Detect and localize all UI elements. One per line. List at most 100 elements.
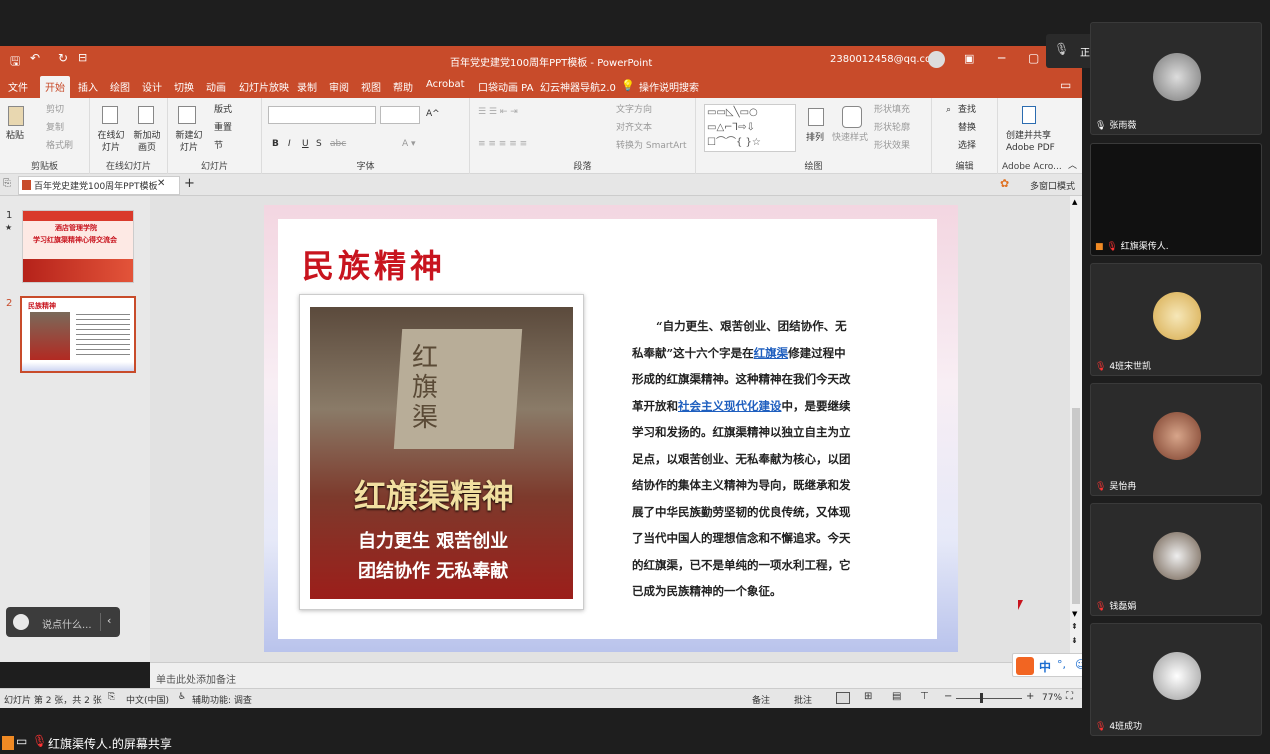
notes-toggle-button[interactable]: 备注 (752, 693, 770, 706)
reading-view-icon[interactable]: ▤ (892, 691, 901, 702)
ribbon-display-icon[interactable]: ▣ (964, 52, 974, 65)
language-status[interactable]: 中文(中国) (126, 693, 169, 706)
shadow-button[interactable]: S (316, 138, 322, 150)
zoom-in-icon[interactable]: + (1026, 691, 1034, 702)
scroll-thumb[interactable] (1072, 408, 1080, 604)
zoom-level[interactable]: 77% (1042, 693, 1062, 703)
new-slide-button[interactable]: 新建幻灯片 (172, 130, 206, 154)
shape-effects-button[interactable]: 形状效果 (874, 140, 910, 152)
undo-icon[interactable]: ↶ (30, 51, 40, 65)
present-icon[interactable]: ⊟ (78, 51, 87, 64)
quick-styles-icon[interactable] (842, 106, 862, 128)
spell-check-icon[interactable]: ⎘ (108, 692, 115, 702)
online-slide-icon[interactable] (102, 106, 118, 124)
chat-input[interactable]: 说点什么... ‹ (6, 607, 120, 637)
slide[interactable]: 民族精神 红旗渠 红旗渠精神 自力更生 艰苦创业 团结协作 无私奉献 “自力更生… (264, 205, 958, 652)
slide-sorter-icon[interactable]: ⊞ (864, 691, 872, 702)
ime-punctuation[interactable]: °, (1057, 658, 1066, 671)
new-anim-icon[interactable] (138, 106, 154, 124)
font-size-select[interactable] (380, 106, 420, 124)
restore-icon[interactable]: ▢ (1028, 51, 1039, 65)
participant-tile[interactable]: 🎙 4班成功 (1090, 623, 1262, 736)
tab-slideshow[interactable]: 幻灯片放映 (239, 79, 289, 94)
shapes-gallery[interactable]: ▭▭◺╲▭○ ▭△⌐⅂⇨⇩ ☐⌒⌒{ }☆ (704, 104, 796, 152)
tab-view[interactable]: 视图 (361, 79, 381, 94)
new-tab-icon[interactable]: + (184, 176, 195, 191)
participant-tile[interactable]: 🎙 张雨薇 (1090, 22, 1262, 135)
underline-button[interactable]: U (302, 138, 309, 150)
zoom-out-icon[interactable]: − (944, 691, 952, 702)
comments-toggle-button[interactable]: 批注 (794, 693, 812, 706)
tab-insert[interactable]: 插入 (78, 79, 98, 94)
collapse-ribbon-icon[interactable]: ︿ (1068, 160, 1077, 172)
font-color-icon[interactable]: A ▾ (402, 138, 416, 150)
find-button[interactable]: 查找 (958, 104, 976, 116)
tab-acrobat[interactable]: Acrobat (426, 79, 465, 90)
copy-button[interactable]: 复制 (46, 122, 64, 134)
scroll-up-icon[interactable]: ▲ (1072, 198, 1077, 206)
emoji-icon[interactable] (13, 614, 29, 630)
participant-tile[interactable]: ■ 🎙 红旗渠传人. (1090, 143, 1262, 256)
smartart-button[interactable]: 转换为 SmartArt (616, 140, 686, 152)
arrange-icon[interactable] (808, 108, 824, 126)
cut-button[interactable]: 剪切 (46, 104, 64, 116)
accessibility-status[interactable]: 辅助功能: 调查 (192, 693, 252, 706)
settings-icon[interactable]: ✿ (1000, 177, 1009, 190)
strikethrough-button[interactable]: abc (330, 138, 346, 150)
tell-me-search[interactable]: 操作说明搜索 (639, 79, 699, 94)
body-link[interactable]: 红旗渠 (754, 346, 789, 360)
italic-button[interactable]: I (288, 138, 291, 150)
shape-fill-button[interactable]: 形状填充 (874, 104, 910, 116)
bold-button[interactable]: B (272, 138, 279, 150)
text-direction-button[interactable]: 文字方向 (616, 104, 652, 116)
replace-button[interactable]: 替换 (958, 122, 976, 134)
tab-transitions[interactable]: 切换 (174, 79, 194, 94)
slide-thumbnail-1[interactable]: 酒店管理学院 学习红旗渠精神心得交流会 (22, 210, 134, 283)
account-email[interactable]: 2380012458@qq.com (830, 54, 941, 65)
adobe-pdf-button[interactable]: Adobe PDF (1006, 142, 1055, 154)
save-icon[interactable]: 🖫 (10, 52, 20, 73)
tab-review[interactable]: 审阅 (329, 79, 349, 94)
format-painter-button[interactable]: 格式刷 (46, 140, 73, 152)
tab-huanyun[interactable]: 幻云神器导航2.0 (540, 79, 616, 94)
tab-pocket-animation[interactable]: 口袋动画 PA (478, 79, 533, 94)
slideshow-view-icon[interactable]: ⊤ (920, 691, 929, 702)
slide-body-text[interactable]: “自力更生、艰苦创业、团结协作、无 私奉献”这十六个字是在红旗渠修建过程中 形成… (632, 313, 892, 605)
slide-thumbnail-2[interactable]: 民族精神 (20, 296, 136, 373)
layout-button[interactable]: 版式 (214, 104, 232, 116)
select-button[interactable]: 选择 (958, 140, 976, 152)
body-link[interactable]: 社会主义现代化建设 (678, 399, 782, 413)
prev-slide-icon[interactable]: ⇞ (1071, 622, 1078, 631)
tab-design[interactable]: 设计 (142, 79, 162, 94)
ime-language[interactable]: 中 (1039, 658, 1051, 675)
quick-styles-button[interactable]: 快速样式 (832, 132, 868, 144)
close-tab-icon[interactable]: ✕ (157, 178, 165, 189)
participant-tile[interactable]: 🎙 4班宋世凯 (1090, 263, 1262, 376)
tab-file[interactable]: 文件 (8, 79, 28, 94)
bullets-icon[interactable]: ☰ ☰ ⇤ ⇥ (478, 106, 518, 118)
shape-outline-button[interactable]: 形状轮廓 (874, 122, 910, 134)
multi-window-button[interactable]: 多窗口模式 (1030, 179, 1075, 192)
font-name-select[interactable] (268, 106, 376, 124)
participant-tile[interactable]: 🎙 吴怡冉 (1090, 383, 1262, 496)
zoom-slider-thumb[interactable] (980, 693, 983, 703)
zoom-slider[interactable] (956, 698, 1022, 699)
paste-button[interactable]: 粘贴 (6, 130, 24, 142)
section-button[interactable]: 节 (214, 140, 223, 152)
tab-home[interactable]: 开始 (40, 76, 70, 98)
online-slides-button[interactable]: 在线幻灯片 (94, 130, 128, 154)
collapse-chat-icon[interactable]: ‹ (107, 614, 111, 627)
reset-button[interactable]: 重置 (214, 122, 232, 134)
tab-record[interactable]: 录制 (297, 79, 317, 94)
slide-title[interactable]: 民族精神 (302, 241, 446, 287)
notes-pane[interactable]: 单击此处添加备注 (150, 662, 1082, 688)
vertical-scrollbar[interactable]: ▲ ▼ ⇞ ⇟ (1070, 196, 1082, 662)
fit-slide-icon[interactable]: ⛶ (1066, 691, 1073, 702)
arrange-button[interactable]: 排列 (806, 132, 824, 144)
minimize-icon[interactable]: ─ (998, 51, 1005, 65)
tab-help[interactable]: 帮助 (393, 79, 413, 94)
photo-frame[interactable]: 红旗渠 红旗渠精神 自力更生 艰苦创业 团结协作 无私奉献 (299, 294, 584, 610)
grow-font-icon[interactable]: A^ (426, 108, 440, 120)
align-icons[interactable]: ≡ ≡ ≡ ≡ ≡ (478, 138, 527, 150)
align-text-button[interactable]: 对齐文本 (616, 122, 652, 134)
